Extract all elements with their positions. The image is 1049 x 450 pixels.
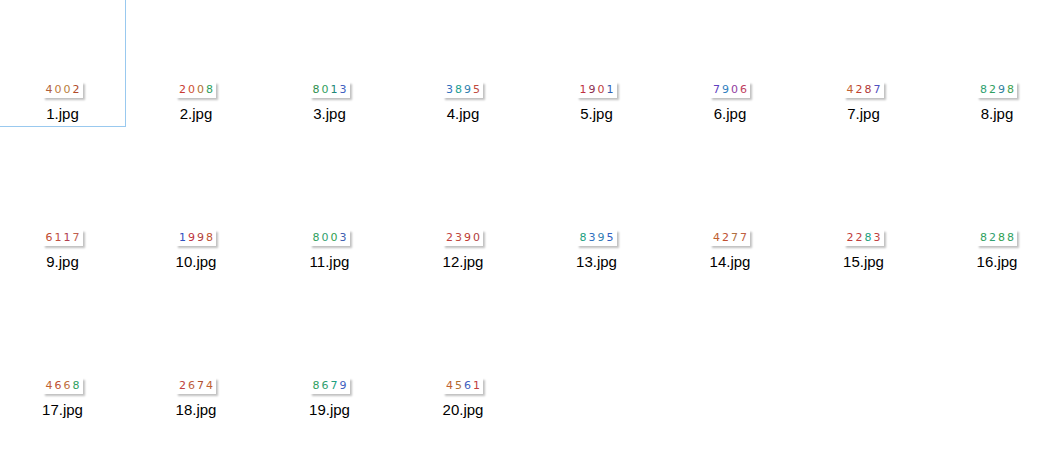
file-name: 13.jpg xyxy=(576,252,617,271)
thumbnail: 6117 xyxy=(43,230,83,246)
thumbnail: 1901 xyxy=(577,82,617,98)
file-item[interactable]: 4561 20.jpg xyxy=(400,295,527,423)
thumbnail: 8679 xyxy=(310,378,350,394)
file-item[interactable]: 4277 14.jpg xyxy=(667,147,794,275)
file-item[interactable]: 3895 4.jpg xyxy=(400,0,527,127)
file-item[interactable]: 8395 13.jpg xyxy=(533,147,660,275)
thumbnail: 1998 xyxy=(176,230,216,246)
file-item[interactable]: 6117 9.jpg xyxy=(0,147,126,275)
file-name: 9.jpg xyxy=(46,252,79,271)
thumbnail: 8395 xyxy=(577,230,617,246)
file-name: 17.jpg xyxy=(42,400,83,419)
file-item[interactable]: 7906 6.jpg xyxy=(667,0,794,127)
file-name: 20.jpg xyxy=(443,400,484,419)
thumbnail: 8003 xyxy=(310,230,350,246)
file-name: 1.jpg xyxy=(46,104,79,123)
file-name: 4.jpg xyxy=(447,104,480,123)
file-item[interactable]: 4668 17.jpg xyxy=(0,295,126,423)
thumbnail: 8288 xyxy=(977,230,1017,246)
file-item[interactable]: 8003 11.jpg xyxy=(266,147,393,275)
file-name: 6.jpg xyxy=(714,104,747,123)
file-name: 3.jpg xyxy=(313,104,346,123)
file-name: 8.jpg xyxy=(981,104,1014,123)
file-item[interactable]: 1998 10.jpg xyxy=(133,147,260,275)
file-name: 12.jpg xyxy=(443,252,484,271)
thumbnail: 4561 xyxy=(443,378,483,394)
file-name: 2.jpg xyxy=(180,104,213,123)
file-item[interactable]: 2283 15.jpg xyxy=(800,147,927,275)
file-name: 19.jpg xyxy=(309,400,350,419)
thumbnail: 4002 xyxy=(43,82,83,98)
file-item[interactable]: 2008 2.jpg xyxy=(133,0,260,127)
file-name: 11.jpg xyxy=(310,252,350,271)
file-item[interactable]: 1901 5.jpg xyxy=(533,0,660,127)
file-item[interactable]: 4002 1.jpg xyxy=(0,0,126,127)
file-name: 10.jpg xyxy=(176,252,217,271)
file-name: 7.jpg xyxy=(847,104,880,123)
file-name: 15.jpg xyxy=(843,252,884,271)
thumbnail: 2390 xyxy=(443,230,483,246)
file-item[interactable]: 4287 7.jpg xyxy=(800,0,927,127)
thumbnail: 8298 xyxy=(977,82,1017,98)
file-item[interactable]: 2390 12.jpg xyxy=(400,147,527,275)
file-name: 5.jpg xyxy=(580,104,613,123)
thumbnail: 4277 xyxy=(710,230,750,246)
thumbnail: 3895 xyxy=(443,82,483,98)
thumbnail: 4668 xyxy=(43,378,83,394)
file-name: 18.jpg xyxy=(176,400,217,419)
file-item[interactable]: 8679 19.jpg xyxy=(266,295,393,423)
file-item[interactable]: 8298 8.jpg xyxy=(934,0,1049,127)
thumbnail: 7906 xyxy=(710,82,750,98)
thumbnail: 2283 xyxy=(844,230,884,246)
file-item[interactable]: 2674 18.jpg xyxy=(133,295,260,423)
thumbnail: 8013 xyxy=(310,82,350,98)
file-item[interactable]: 8288 16.jpg xyxy=(934,147,1049,275)
thumbnail: 4287 xyxy=(844,82,884,98)
file-view: 4002 1.jpg 2008 2.jpg 8013 3.jpg 3895 4.jpg 1901… xyxy=(0,0,1049,450)
icon-grid: 4002 1.jpg 2008 2.jpg 8013 3.jpg 3895 4.jpg 1901… xyxy=(0,0,1049,423)
thumbnail: 2674 xyxy=(176,378,216,394)
file-item[interactable]: 8013 3.jpg xyxy=(266,0,393,127)
file-name: 16.jpg xyxy=(977,252,1018,271)
thumbnail: 2008 xyxy=(176,82,216,98)
file-name: 14.jpg xyxy=(710,252,751,271)
